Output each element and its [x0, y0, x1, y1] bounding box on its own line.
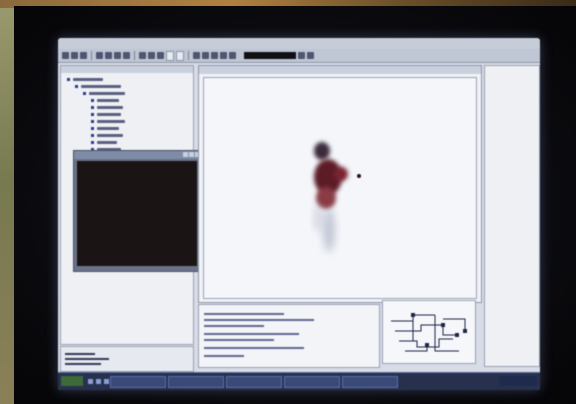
menu-bar [58, 38, 540, 49]
app-icon[interactable] [96, 379, 101, 384]
toolbar-button[interactable] [71, 52, 78, 59]
toolbar-tab[interactable] [166, 50, 174, 61]
taskbar-item[interactable] [226, 376, 282, 388]
graph-panel [382, 300, 476, 364]
toolbar-button[interactable] [202, 52, 209, 59]
taskbar [58, 372, 540, 390]
toolbar-button[interactable] [157, 52, 164, 59]
square-bullet-icon[interactable] [91, 106, 94, 109]
properties-panel [484, 65, 540, 367]
minimize-icon[interactable] [183, 152, 188, 157]
square-bullet-icon[interactable] [75, 85, 78, 88]
tree-panel-title [61, 66, 193, 73]
toolbar [58, 49, 540, 63]
toolbar-button[interactable] [193, 52, 200, 59]
toolbar-button[interactable] [139, 52, 146, 59]
monitor-screen [58, 38, 540, 390]
square-bullet-icon[interactable] [91, 113, 94, 116]
3d-viewport[interactable] [203, 77, 477, 299]
toolbar-button[interactable] [211, 52, 218, 59]
system-tray[interactable] [499, 376, 537, 386]
square-bullet-icon[interactable] [91, 134, 94, 137]
toolbar-separator [134, 51, 135, 60]
tree-node[interactable] [97, 99, 119, 102]
node-graph[interactable] [383, 301, 475, 363]
graph-edge [443, 318, 466, 331]
console-output[interactable] [77, 161, 197, 266]
toolbar-button[interactable] [80, 52, 87, 59]
output-line [204, 347, 304, 349]
toolbar-button[interactable] [105, 52, 112, 59]
console-window [73, 150, 203, 272]
figure-head [314, 142, 330, 160]
tree-node[interactable] [81, 85, 121, 88]
square-bullet-icon[interactable] [83, 92, 86, 95]
app-icon[interactable] [104, 379, 109, 384]
toolbar-separator [188, 51, 189, 60]
taskbar-item[interactable] [342, 376, 398, 388]
toolbar-status-field [244, 52, 296, 59]
graph-edge [395, 324, 457, 336]
square-bullet-icon[interactable] [91, 99, 94, 102]
toolbar-button[interactable] [307, 52, 314, 59]
toolbar-tab[interactable] [176, 50, 184, 61]
tree-node[interactable] [97, 113, 121, 116]
tree-node[interactable] [97, 120, 125, 123]
graph-node [411, 313, 415, 317]
app-icon[interactable] [88, 379, 93, 384]
toolbar-button[interactable] [298, 52, 305, 59]
toolbar-button[interactable] [229, 52, 236, 59]
tree-node[interactable] [73, 78, 103, 81]
toolbar-button[interactable] [96, 52, 103, 59]
toolbar-button[interactable] [123, 52, 130, 59]
square-bullet-icon[interactable] [91, 127, 94, 130]
figure-arm [334, 167, 348, 181]
figure-legs [323, 208, 335, 252]
wall-background [0, 0, 14, 404]
graph-node [455, 333, 459, 337]
tree-node[interactable] [97, 141, 117, 144]
status-line [65, 358, 109, 360]
output-panel [198, 304, 380, 368]
output-line [204, 319, 314, 321]
taskbar-item[interactable] [284, 376, 340, 388]
tree-node[interactable] [89, 92, 125, 95]
toolbar-button[interactable] [148, 52, 155, 59]
status-line [65, 363, 101, 365]
viewport-title [199, 66, 481, 74]
output-line [204, 355, 244, 357]
console-title-bar[interactable] [74, 151, 202, 159]
square-bullet-icon[interactable] [67, 78, 70, 81]
taskbar-item[interactable] [110, 376, 166, 388]
square-bullet-icon[interactable] [91, 120, 94, 123]
status-line [65, 353, 95, 355]
tree-node[interactable] [97, 127, 119, 130]
tree-node[interactable] [97, 134, 123, 137]
output-line [204, 325, 264, 327]
graph-node [441, 323, 445, 327]
viewport-window [198, 65, 482, 303]
graph-node [463, 329, 467, 333]
graph-node [425, 343, 429, 347]
figure-leg [314, 204, 322, 232]
output-line [204, 333, 299, 335]
output-line [204, 339, 274, 341]
maximize-icon[interactable] [189, 152, 194, 157]
figure-hand [357, 174, 361, 178]
tree-node[interactable] [97, 106, 123, 109]
figure-render [314, 142, 361, 252]
taskbar-item[interactable] [168, 376, 224, 388]
toolbar-button[interactable] [62, 52, 69, 59]
output-line [204, 313, 284, 315]
start-button[interactable] [61, 376, 83, 386]
toolbar-separator [91, 51, 92, 60]
square-bullet-icon[interactable] [91, 141, 94, 144]
left-status-panel [60, 346, 194, 372]
toolbar-button[interactable] [220, 52, 227, 59]
graph-edge [405, 345, 428, 352]
toolbar-button[interactable] [114, 52, 121, 59]
